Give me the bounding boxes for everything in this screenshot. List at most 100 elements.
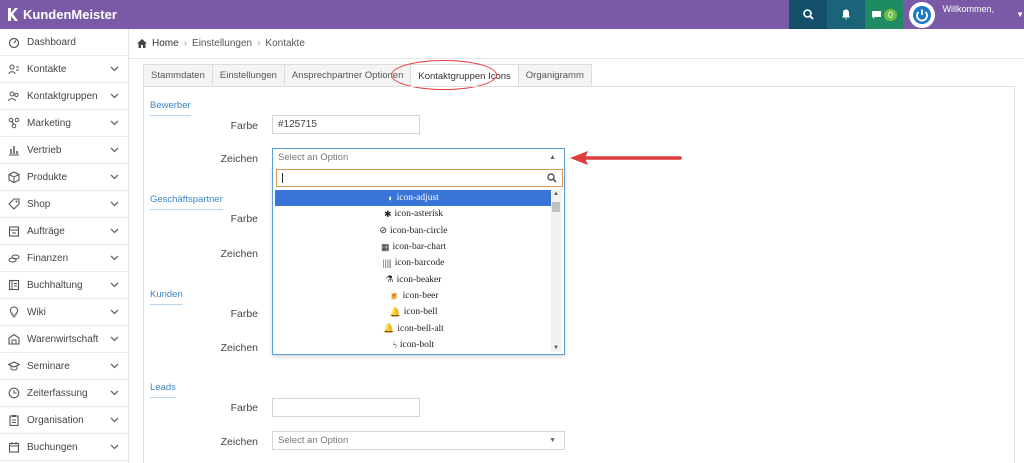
breadcrumb-level2: Kontakte [265,38,305,49]
chevron-down-icon [110,172,119,183]
option-label: icon-bolt [399,339,435,350]
sidebar-item-label: Finanzen [27,252,69,264]
zeichen-select-bewerber[interactable]: Select an Option ▲ [272,148,565,167]
sidebar-item-label: Warenwirtschaft [27,333,99,345]
section-title-geschaeftspartner: Geschäftspartner [150,194,223,210]
marketing-icon [8,117,20,129]
scroll-thumb[interactable] [552,202,560,212]
dropdown-search-input[interactable] [276,169,563,187]
option-glyph-icon: 🔔 [383,323,395,334]
sidebar-item-label: Dashboard [27,36,76,48]
zeichen-select-leads[interactable]: Select an Option ▼ [272,431,565,450]
dropdown-option[interactable]: ▦ icon-bar-chart [275,239,552,255]
tab-stammdaten[interactable]: Stammdaten [143,64,213,86]
scroll-up-icon[interactable]: ▲ [551,191,561,197]
select-placeholder: Select an Option [278,152,349,163]
section-title-bewerber: Bewerber [150,100,191,116]
sidebar-item-kontaktgruppen[interactable]: Kontaktgruppen [0,83,128,110]
chevron-down-icon [110,253,119,264]
option-glyph-icon: ✱ [383,208,392,219]
sidebar-item-produkte[interactable]: Produkte [0,164,128,191]
orders-icon [8,225,20,237]
breadcrumb-separator: › [183,38,188,49]
chevron-down-icon [110,442,119,453]
welcome-text: Willkommen, [942,4,995,14]
farbe-label: Farbe [230,213,258,225]
sidebar-item-buchungen[interactable]: Buchungen [0,434,128,461]
farbe-label: Farbe [230,402,258,414]
chevron-up-icon: ▲ [549,154,556,161]
notifications-button[interactable] [827,0,865,29]
zeichen-label: Zeichen [220,342,258,354]
dropdown-scrollbar[interactable]: ▲ ▼ [551,190,561,352]
text-cursor [282,173,283,183]
option-label: icon-beer [402,290,439,301]
sidebar-item-label: Zeiterfassung [27,387,88,399]
sidebar-item-seminare[interactable]: Seminare [0,353,128,380]
power-icon [912,6,931,24]
option-label: icon-ban-circle [390,225,448,236]
sidebar-item-wiki[interactable]: Wiki [0,299,128,326]
sidebar-item-warenwirtschaft[interactable]: Warenwirtschaft [0,326,128,353]
sidebar-item-kontakte[interactable]: Kontakte [0,56,128,83]
section-title-kunden: Kunden [150,289,183,305]
brand[interactable]: KundenMeister [0,7,128,22]
sidebar-item-vertrieb[interactable]: Vertrieb [0,137,128,164]
farbe-label: Farbe [230,308,258,320]
dropdown-option[interactable]: ⊘ icon-ban-circle [275,223,552,239]
option-glyph-icon: ▦ [380,241,390,252]
chevron-down-icon [110,334,119,345]
sidebar-item-finanzen[interactable]: Finanzen [0,245,128,272]
option-label: icon-adjust [396,193,439,204]
dropdown-option[interactable]: 🔔 icon-bell [275,304,552,320]
sidebar-item-label: Aufträge [27,225,65,237]
scroll-down-icon[interactable]: ▼ [551,345,561,351]
option-glyph-icon: ||||| [382,258,392,269]
dropdown-option[interactable]: ✱ icon-asterisk [275,206,552,222]
dropdown-option[interactable]: ϟ icon-bolt [275,337,552,352]
farbe-input-leads[interactable] [272,398,420,417]
sidebar-item-label: Produkte [27,171,68,183]
tab-einstellungen[interactable]: Einstellungen [211,64,285,86]
option-label: icon-bell-alt [397,323,444,334]
dropdown-option[interactable]: ⚗ icon-beaker [275,271,552,287]
sidebar-item-dashboard[interactable]: Dashboard [0,29,128,56]
breadcrumb-home[interactable]: Home [152,38,179,49]
dropdown-option[interactable]: 🍺 icon-beer [275,288,552,304]
search-button[interactable] [789,0,827,29]
tab-kontaktgruppen-icons[interactable]: Kontaktgruppen Icons [410,64,519,87]
box-icon [8,171,20,183]
sidebar-item-organisation[interactable]: Organisation [0,407,128,434]
caret-down-icon: ▼ [1016,10,1024,19]
sidebar: Dashboard Kontakte Kontaktgruppen Marketing… [0,29,129,463]
dropdown-option[interactable]: ◐ icon-adjust [275,190,552,207]
sidebar-item-zeiterfassung[interactable]: Zeiterfassung [0,380,128,407]
tab-organigramm[interactable]: Organigramm [517,64,592,86]
chevron-down-icon [110,118,119,129]
sidebar-item-auftr-ge[interactable]: Aufträge [0,218,128,245]
farbe-input-bewerber[interactable]: #125715 [272,115,420,134]
graduation-icon [8,360,20,372]
chevron-down-icon [110,415,119,426]
dropdown-option[interactable]: 🔔 icon-bell-alt [275,320,552,336]
chart-icon [8,144,20,156]
zeichen-label: Zeichen [220,153,258,165]
bell-icon [842,9,850,20]
option-glyph-icon: ⊘ [379,225,388,236]
sidebar-item-label: Buchhaltung [27,279,83,291]
sidebar-item-label: Marketing [27,117,71,129]
sidebar-item-shop[interactable]: Shop [0,191,128,218]
breadcrumb-level1[interactable]: Einstellungen [192,38,252,49]
sidebar-item-marketing[interactable]: Marketing [0,110,128,137]
option-glyph-icon: ⚗ [385,274,394,285]
clipboard-icon [8,414,20,426]
messages-button[interactable]: 0 [865,0,903,29]
sidebar-item-buchhaltung[interactable]: Buchhaltung [0,272,128,299]
dropdown-options: ◐ icon-adjust ✱ icon-asterisk ⊘ icon-ban-circ… [275,190,552,352]
chevron-down-icon [110,64,119,75]
tab-ansprechpartner-optionen[interactable]: Ansprechpartner Optionen [283,64,412,86]
logo-icon [7,8,18,21]
option-label: icon-beaker [396,274,442,285]
dropdown-option[interactable]: ||||| icon-barcode [275,255,552,271]
user-menu[interactable]: Willkommen, ▼ [903,0,1024,29]
